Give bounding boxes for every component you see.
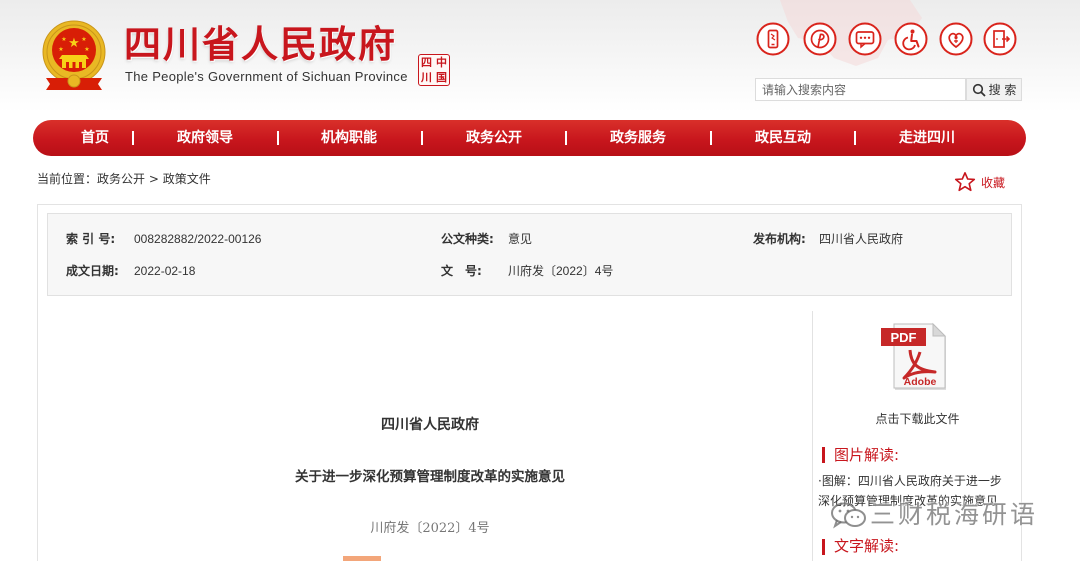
meta-docno-label: 文 号: [441,264,482,278]
seal-stamp: 四 中 川 国 [418,54,450,86]
meta-index-value: 008282882/2022-00126 [134,232,262,246]
pdf-brand: Adobe [904,376,937,388]
nav-item-affairs-disclosure[interactable]: 政务公开 [466,120,522,156]
search-input[interactable] [755,78,966,101]
exit-button[interactable] [983,22,1017,56]
meta-type-label: 公文种类: [441,232,494,246]
seal-char: 四 [421,55,432,69]
svg-text:★: ★ [61,36,66,43]
meta-docno-value: 川府发〔2022〕4号 [508,264,614,278]
nav-item-about-sichuan[interactable]: 走进四川 [899,120,955,156]
weibo-icon [803,22,837,56]
weibo-button[interactable] [803,22,837,56]
search-button-label: 搜 索 [988,83,1017,97]
nav-separator [710,131,712,145]
document-meta-box: 索 引 号: 008282882/2022-00126 公文种类: 意见 发布机… [47,213,1012,296]
site-subtitle: The People's Government of Sichuan Provi… [125,69,408,84]
document-issuer: 四川省人民政府 [381,417,479,433]
svg-text:★: ★ [58,46,63,53]
content-accent-bar [343,556,381,561]
site-title: 四川省人民政府 [124,23,397,66]
text-interpretation-title: 文字解读: [834,537,900,555]
svg-text:★: ★ [68,36,80,51]
mobile-icon [756,22,790,56]
seal-char: 中 [436,55,447,69]
elderly-mode-icon [939,22,973,56]
document-number: 川府发〔2022〕4号 [370,521,490,536]
pdf-file-icon[interactable]: PDF Adobe [880,322,948,392]
image-interpretation-title: 图片解读: [834,446,900,464]
accessibility-icon [894,22,928,56]
breadcrumb-item[interactable]: 政策文件 [163,172,211,186]
wechat-icon [831,502,866,529]
meta-index-label: 索 引 号: [66,232,116,246]
nav-separator [421,131,423,145]
section-marker [822,447,825,463]
main-nav: 首页 政府领导 机构职能 政务公开 政务服务 政民互动 走进四川 [33,120,1026,156]
breadcrumb: 当前位置：政务公开 > 政策文件 [37,171,211,187]
nav-separator [565,131,567,145]
meta-type-value: 意见 [508,232,533,246]
message-icon [848,22,882,56]
meta-date-value: 2022-02-18 [134,264,196,278]
pdf-label: PDF [891,330,917,345]
star-icon[interactable] [954,171,976,193]
message-button[interactable] [848,22,882,56]
svg-text:★: ★ [81,36,86,43]
mobile-button[interactable] [756,22,790,56]
nav-item-leaders[interactable]: 政府领导 [177,120,233,156]
section-marker [822,539,825,555]
nav-separator [854,131,856,145]
breadcrumb-item[interactable]: 政务公开 [97,172,145,186]
nav-separator [277,131,279,145]
accessibility-button[interactable] [894,22,928,56]
meta-publisher-label: 发布机构: [753,232,806,246]
exit-icon [983,22,1017,56]
nav-item-interaction[interactable]: 政民互动 [755,120,811,156]
nav-item-home[interactable]: 首页 [81,120,109,156]
search-button[interactable]: 搜 索 [966,78,1022,101]
elderly-mode-button[interactable] [939,22,973,56]
meta-date-label: 成文日期: [66,264,119,278]
seal-char: 国 [436,70,447,84]
nav-item-functions[interactable]: 机构职能 [321,120,377,156]
favorite-button[interactable]: 收藏 [981,175,1005,191]
meta-publisher-value: 四川省人民政府 [819,232,904,246]
nav-item-services[interactable]: 政务服务 [610,120,666,156]
search-icon [972,83,986,97]
nav-separator [132,131,134,145]
download-file-link[interactable]: 点击下载此文件 [813,411,1022,427]
svg-text:★: ★ [84,46,89,53]
national-emblem-icon: ★ ★ ★ ★ ★ [42,20,106,90]
breadcrumb-separator: > [145,172,163,186]
watermark-text: 三财税海研语 [870,500,1039,529]
document-title: 关于进一步深化预算管理制度改革的实施意见 [295,469,565,485]
breadcrumb-prefix: 当前位置： [37,172,98,186]
seal-char: 川 [421,70,432,84]
